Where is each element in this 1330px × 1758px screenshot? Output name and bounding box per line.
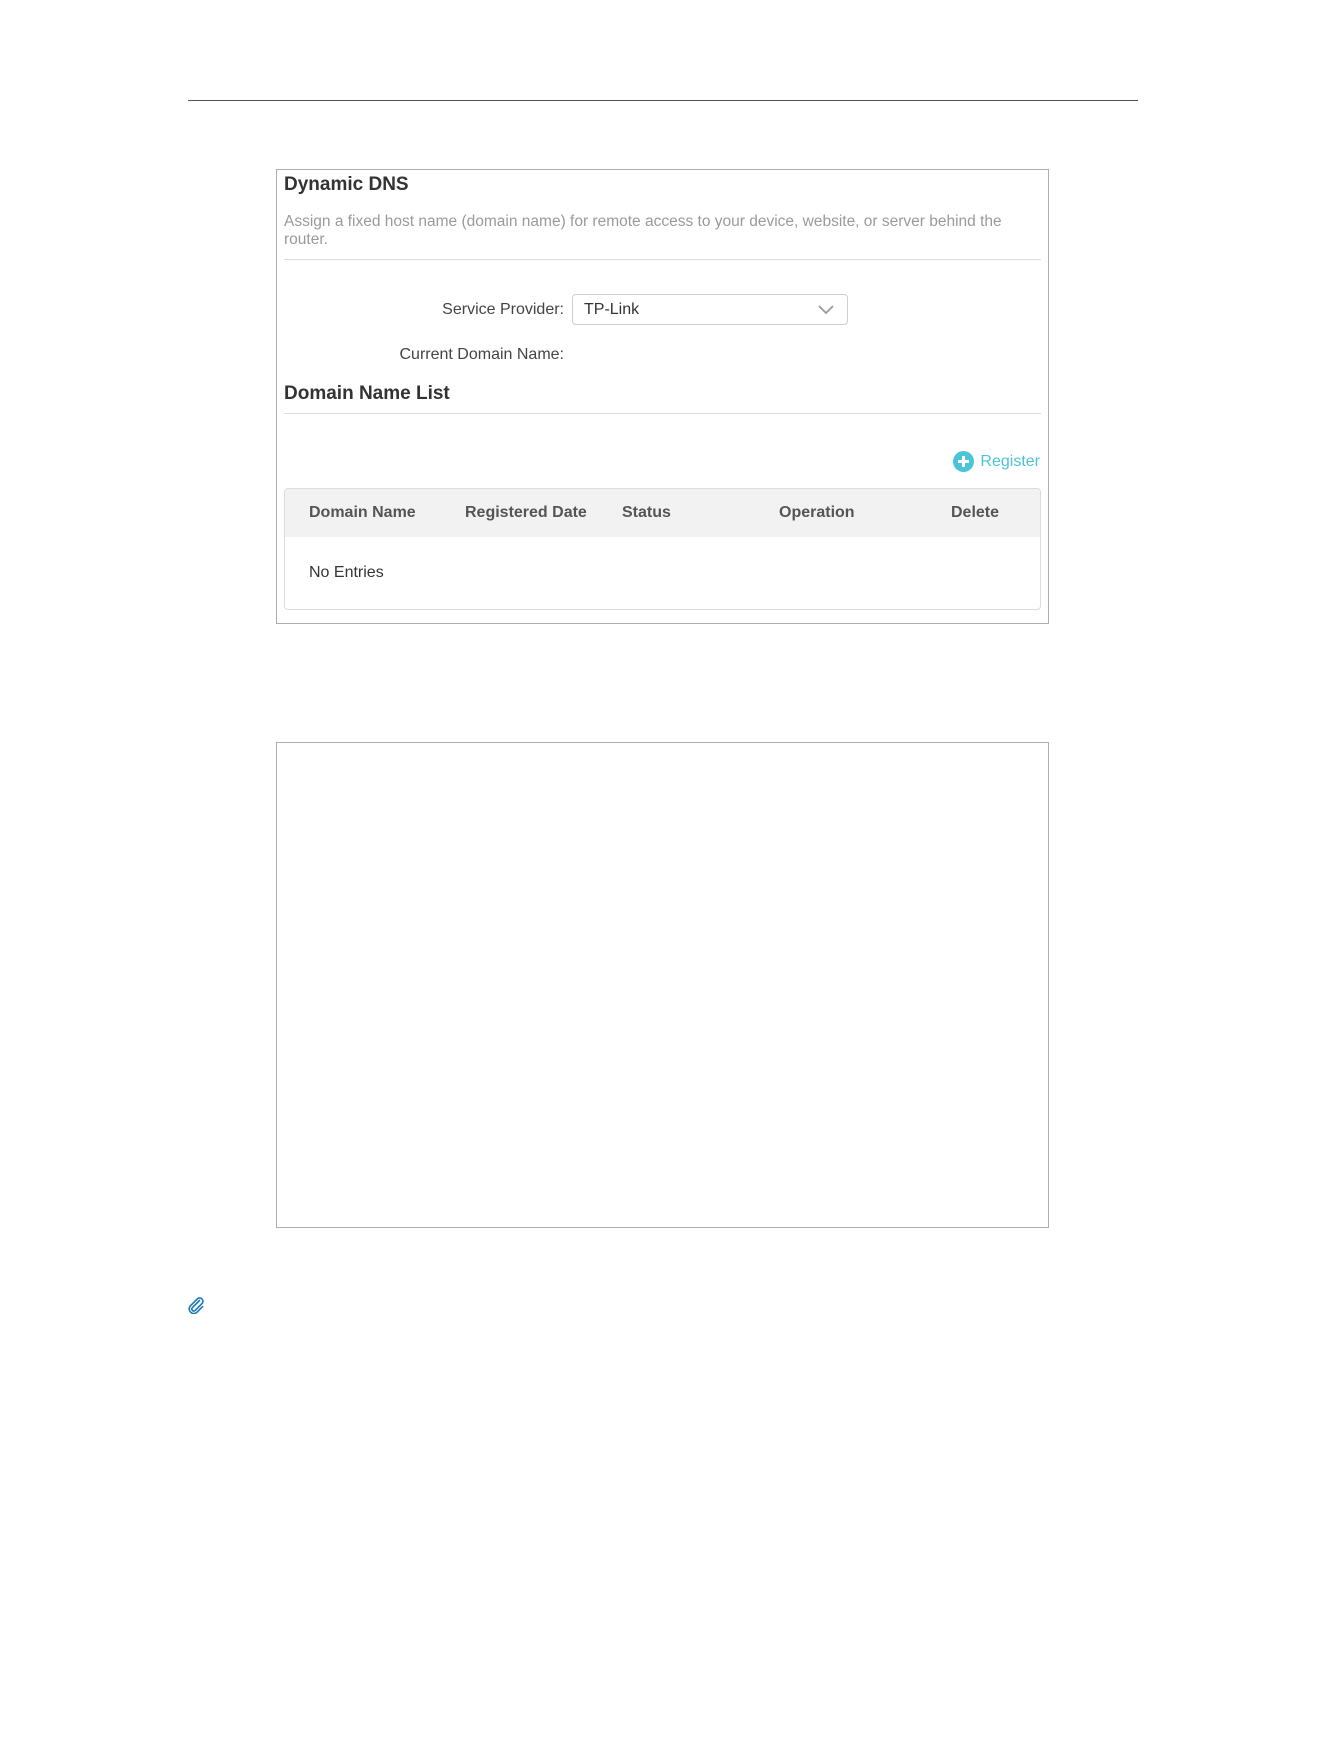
column-domain-name: Domain Name (309, 504, 416, 521)
paperclip-icon (188, 1297, 204, 1314)
domain-list-title: Domain Name List (284, 383, 450, 404)
chevron-down-icon (818, 305, 834, 315)
service-provider-label: Service Provider: (442, 301, 564, 318)
register-button[interactable]: Register (953, 451, 1040, 472)
panel-description: Assign a fixed host name (domain name) f… (284, 213, 1002, 248)
ddns-screenshot: Dynamic DNS Assign a fixed host name (do… (276, 169, 1049, 624)
empty-state-text: No Entries (309, 564, 384, 581)
column-operation: Operation (779, 504, 855, 521)
header-divider (284, 259, 1041, 260)
column-delete: Delete (951, 504, 1000, 521)
service-provider-value: TP-Link (584, 301, 640, 318)
plus-circle-icon (953, 451, 975, 472)
register-label: Register (980, 452, 1040, 470)
column-status: Status (622, 504, 671, 521)
page-header-rule (188, 100, 1138, 101)
section-divider (284, 413, 1041, 414)
column-registered-date: Registered Date (465, 504, 587, 521)
blank-screenshot-frame (276, 742, 1049, 1228)
service-provider-select[interactable]: TP-Link (572, 294, 848, 325)
current-domain-label: Current Domain Name: (399, 346, 565, 363)
table-header: Domain Name Registered Date Status Opera… (285, 489, 1040, 537)
domain-table: Domain Name Registered Date Status Opera… (284, 488, 1041, 610)
panel-title: Dynamic DNS (284, 174, 409, 195)
